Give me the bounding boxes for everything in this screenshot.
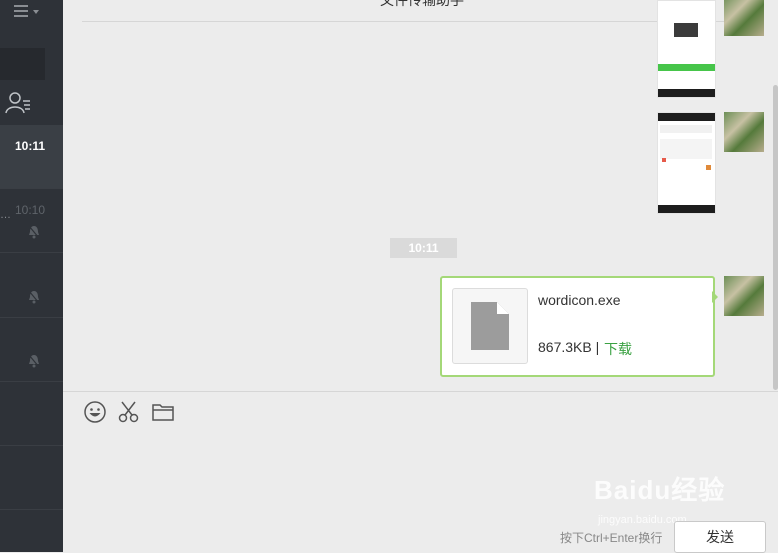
document-file-icon [452, 288, 528, 364]
avatar [724, 112, 764, 152]
watermark-logo: Baidu经验 [594, 475, 726, 505]
scrollbar-thumb[interactable] [773, 85, 778, 390]
chat-item-file-transfer[interactable]: 10:11 [0, 125, 63, 189]
newline-hint: 按下Ctrl+Enter换行 [560, 531, 663, 545]
mute-bell-icon [28, 225, 40, 239]
file-size-value: 867.3KB [538, 339, 592, 355]
chat-preview-ellipsis: … [0, 209, 11, 221]
composer-divider [63, 391, 778, 392]
image-message-screenshot[interactable] [657, 112, 716, 214]
chat-time: 10:10 [14, 203, 45, 217]
file-message-bubble[interactable]: wordicon.exe 867.3KB | 下载 [440, 276, 715, 377]
chat-item[interactable] [0, 318, 63, 382]
sidebar: 10:11 10:10 … [0, 0, 63, 552]
scissors-icon[interactable] [117, 400, 141, 424]
chat-item[interactable]: 10:10 … [0, 189, 63, 253]
mute-bell-icon [28, 290, 40, 304]
bubble-arrow [712, 291, 718, 303]
file-size-separator: | [595, 339, 600, 355]
time-divider: 10:11 [390, 238, 457, 258]
contacts-icon[interactable] [4, 90, 32, 116]
file-name: wordicon.exe [538, 292, 621, 308]
avatar [724, 276, 764, 316]
folder-icon[interactable] [151, 400, 175, 424]
chat-time: 10:11 [14, 139, 45, 153]
sidebar-search-box[interactable] [0, 48, 45, 80]
download-link[interactable]: 下载 [604, 339, 632, 359]
chat-title: 文件传输助手 [380, 0, 464, 8]
image-message-screenshot[interactable] [657, 0, 716, 98]
chat-item[interactable] [0, 382, 63, 446]
mute-bell-icon [28, 354, 40, 368]
hamburger-menu-icon[interactable] [14, 2, 44, 22]
avatar [724, 0, 764, 36]
emoji-icon[interactable] [83, 400, 107, 424]
chat-item[interactable] [0, 254, 63, 318]
send-button[interactable]: 发送 [674, 521, 766, 553]
chat-item[interactable] [0, 446, 63, 510]
file-size: 867.3KB | [538, 339, 599, 355]
